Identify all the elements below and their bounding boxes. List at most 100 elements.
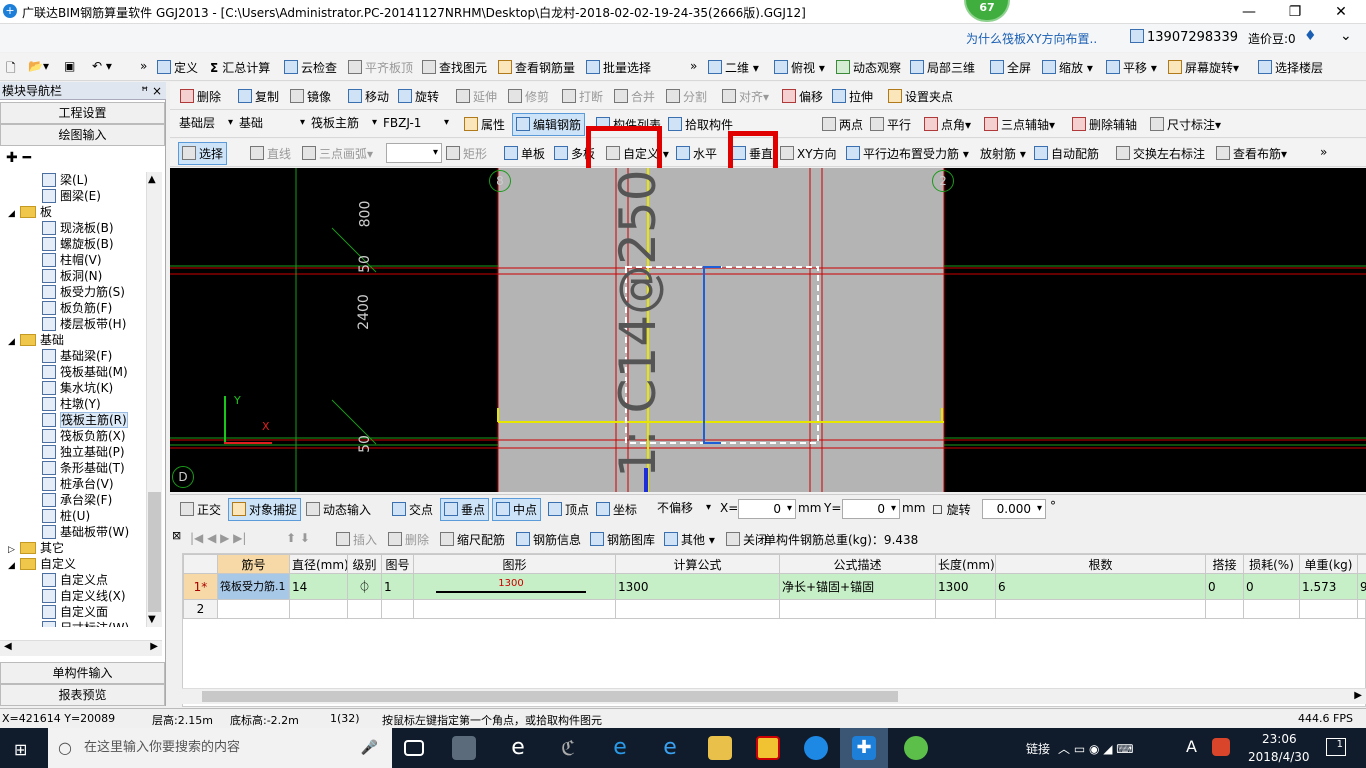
- category-select[interactable]: 基础: [236, 114, 308, 134]
- align-top-button[interactable]: 平齐板顶: [348, 59, 413, 76]
- nav-pin-close[interactable]: ꟸ ×: [141, 82, 162, 100]
- glodon-g-icon[interactable]: [804, 736, 828, 760]
- move-button[interactable]: 移动: [348, 88, 389, 105]
- overflow-icon[interactable]: »: [140, 59, 147, 73]
- edge-icon[interactable]: e: [608, 736, 632, 760]
- row-index[interactable]: 1*: [183, 573, 218, 600]
- tree-item[interactable]: 螺旋板(B): [42, 236, 114, 252]
- split-button[interactable]: 分割: [666, 88, 707, 105]
- offset-mode-select[interactable]: 不偏移: [654, 499, 714, 519]
- move-up-down-icon[interactable]: ⬆ ⬇: [286, 531, 310, 545]
- other-dropdown[interactable]: 其他 ▾: [664, 531, 715, 548]
- rotate-checkbox[interactable]: ☐ 旋转: [932, 501, 971, 518]
- open-folder-icon[interactable]: 📂▾: [28, 59, 49, 73]
- delete-row-button[interactable]: 删除: [388, 531, 429, 548]
- ime-indicator[interactable]: A: [1186, 737, 1197, 756]
- arc-button[interactable]: 三点画弧▾: [302, 145, 373, 162]
- find-element-button[interactable]: 查找图元: [422, 59, 487, 76]
- parallel-button[interactable]: 平行: [870, 116, 911, 133]
- expand-icon[interactable]: ◢: [8, 206, 18, 222]
- merge-button[interactable]: 合并: [614, 88, 655, 105]
- rotate-button[interactable]: 旋转: [398, 88, 439, 105]
- three-point-axis-dropdown[interactable]: 三点辅轴▾: [984, 116, 1055, 133]
- line-button[interactable]: 直线: [250, 145, 291, 162]
- floor-select[interactable]: 基础层: [176, 114, 236, 134]
- col-grade[interactable]: 级别: [347, 554, 382, 574]
- cell-length[interactable]: 1300: [935, 573, 996, 600]
- midpoint-toggle[interactable]: 中点: [492, 498, 542, 521]
- tree-item[interactable]: 桩(U): [42, 508, 90, 524]
- col-rebar-no[interactable]: 筋号: [217, 554, 290, 574]
- rotate-input[interactable]: 0.000: [982, 499, 1046, 519]
- tree-folder[interactable]: ◢ 板: [8, 204, 52, 220]
- nav-first-icon[interactable]: |◀ ◀ ▶ ▶|: [190, 531, 246, 545]
- copy-button[interactable]: 复制: [238, 88, 279, 105]
- cell-lap[interactable]: 0: [1205, 573, 1244, 600]
- rebar-library-button[interactable]: 钢筋图库: [590, 531, 655, 548]
- cell-diameter[interactable]: 14: [289, 573, 348, 600]
- drawing-canvas[interactable]: 8 2 D 800 50 2400 50 1: C14@250 Y X: [170, 168, 1366, 492]
- local-3d-button[interactable]: 局部三维: [910, 59, 975, 76]
- cell-formula[interactable]: 1300: [615, 573, 780, 600]
- restore-button[interactable]: ❐: [1272, 0, 1318, 24]
- fan-app-icon[interactable]: [452, 736, 476, 760]
- mirror-button[interactable]: 镜像: [290, 88, 331, 105]
- tree-item[interactable]: 自定义线(X): [42, 588, 126, 604]
- overflow-icon-3[interactable]: »: [1320, 145, 1327, 159]
- point-angle-dropdown[interactable]: 点角▾: [924, 116, 971, 133]
- cell-loss[interactable]: 0: [1243, 573, 1300, 600]
- tree-item[interactable]: 板负筋(F): [42, 300, 112, 316]
- tree-item[interactable]: 自定义面: [42, 604, 108, 620]
- edit-rebar-button[interactable]: 编辑钢筋: [512, 113, 586, 136]
- type-select[interactable]: 筏板主筋: [308, 114, 380, 134]
- single-component-input-button[interactable]: 单构件输入: [0, 662, 165, 684]
- properties-button[interactable]: 属性: [464, 116, 505, 133]
- rect-button[interactable]: 矩形: [446, 145, 487, 162]
- x-input[interactable]: 0: [738, 499, 796, 519]
- delete-button[interactable]: 删除: [180, 88, 221, 105]
- swirl-app-icon[interactable]: ℭ: [556, 736, 580, 760]
- tree-item[interactable]: 集水坑(K): [42, 380, 113, 396]
- table-hscrollbar[interactable]: ▶: [182, 688, 1366, 704]
- tree-item[interactable]: 柱帽(V): [42, 252, 102, 268]
- cell-formula-desc[interactable]: 净长+锚固+锚固: [779, 573, 936, 600]
- overflow-icon-2[interactable]: »: [690, 59, 697, 73]
- break-button[interactable]: 打断: [562, 88, 603, 105]
- grid-close-icon[interactable]: ⊠: [172, 529, 181, 542]
- intersection-toggle[interactable]: 交点: [392, 501, 433, 518]
- dimension-dropdown[interactable]: 尺寸标注▾: [1150, 116, 1221, 133]
- bell-icon[interactable]: ♦: [1304, 28, 1317, 44]
- col-formula[interactable]: 计算公式: [615, 554, 780, 574]
- pick-component-button[interactable]: 拾取构件: [668, 116, 733, 133]
- coordinate-toggle[interactable]: 坐标: [596, 501, 637, 518]
- shape-select[interactable]: [386, 143, 442, 163]
- clock-time[interactable]: 23:06: [1262, 732, 1297, 746]
- task-view-icon[interactable]: [404, 740, 424, 756]
- col-figure-no[interactable]: 图号: [381, 554, 414, 574]
- project-settings-button[interactable]: 工程设置: [0, 102, 165, 124]
- col-count[interactable]: 根数: [995, 554, 1206, 574]
- close-grid-button[interactable]: 关闭: [726, 531, 767, 548]
- tree-folder[interactable]: ◢ 基础: [8, 332, 64, 348]
- clock-date[interactable]: 2018/4/30: [1248, 750, 1310, 764]
- question-link[interactable]: 为什么筏板XY方向布置..: [966, 30, 1097, 47]
- object-snap-toggle[interactable]: 对象捕捉: [228, 498, 302, 521]
- extend-button[interactable]: 延伸: [456, 88, 497, 105]
- green-app-icon[interactable]: [904, 736, 928, 760]
- ie-blue-icon[interactable]: e: [658, 736, 682, 760]
- rebar-info-button[interactable]: 钢筋信息: [516, 531, 581, 548]
- insert-row-button[interactable]: 插入: [336, 531, 377, 548]
- component-select[interactable]: FBZJ-1: [380, 114, 452, 134]
- view-2d-dropdown[interactable]: 二维 ▾: [708, 59, 759, 76]
- taskbar-search[interactable]: ○ 在这里输入你要搜索的内容 🎤: [48, 728, 392, 768]
- cell-grade[interactable]: ⏀: [347, 573, 382, 600]
- sogou-icon[interactable]: [1212, 738, 1230, 756]
- tray-icons[interactable]: ︿ ▭ ◉ ◢ ⌨: [1058, 740, 1134, 757]
- col-unit-weight[interactable]: 单重(kg): [1299, 554, 1358, 574]
- cell-rebar-name[interactable]: 筏板受力筋.1: [217, 573, 290, 600]
- expand-icon[interactable]: ◢: [8, 334, 18, 350]
- tree-item[interactable]: 基础梁(F): [42, 348, 112, 364]
- tree-item[interactable]: 基础板带(W): [42, 524, 129, 540]
- select-floor-button[interactable]: 选择楼层: [1258, 59, 1323, 76]
- col-length[interactable]: 长度(mm): [935, 554, 996, 574]
